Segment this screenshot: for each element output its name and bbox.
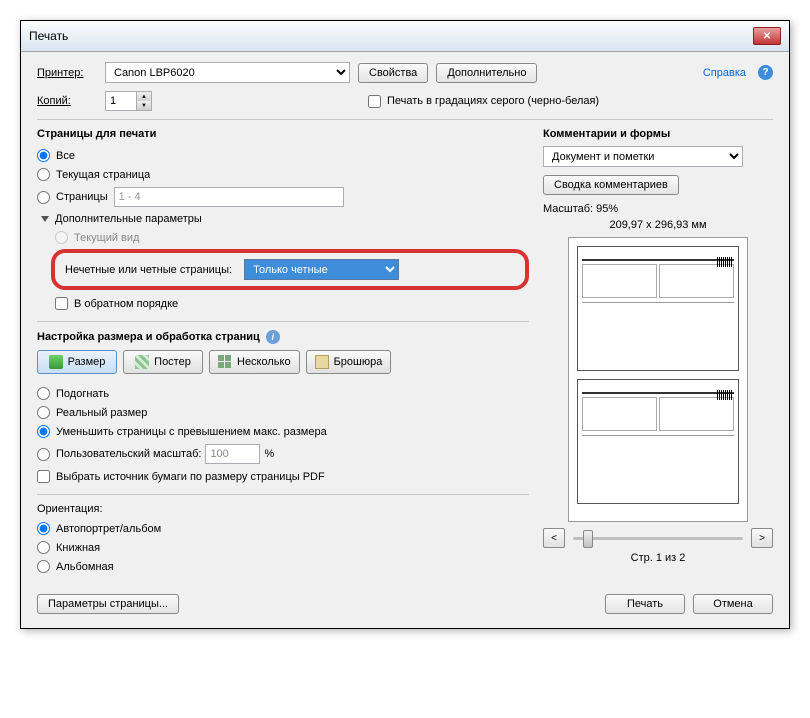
help-link[interactable]: Справка [703, 67, 746, 79]
odd-even-highlight: Нечетные или четные страницы: Только чет… [51, 249, 529, 290]
advanced-button[interactable]: Дополнительно [436, 63, 537, 83]
printer-select[interactable]: Canon LBP6020 [105, 62, 350, 83]
titlebar: Печать ✕ [21, 21, 789, 52]
preview-dimensions: 209,97 x 296,93 мм [543, 219, 773, 231]
poster-icon [135, 355, 149, 369]
copies-label: Копий: [37, 95, 97, 107]
printer-label: Принтер: [37, 67, 97, 79]
reverse-order-checkbox[interactable]: В обратном порядке [37, 294, 529, 313]
help-icon[interactable]: ? [758, 65, 773, 80]
radio-all-pages[interactable]: Все [37, 146, 529, 165]
copies-spinner[interactable]: ▲▼ [105, 91, 152, 111]
paper-source-checkbox[interactable]: Выбрать источник бумаги по размеру стран… [37, 467, 529, 486]
orientation-label: Ориентация: [37, 503, 529, 515]
preview-prev-button[interactable]: < [543, 528, 565, 548]
info-icon[interactable]: i [266, 330, 280, 344]
radio-orientation-landscape[interactable]: Альбомная [37, 557, 529, 576]
page-info: Стр. 1 из 2 [543, 552, 773, 564]
booklet-button[interactable]: Брошюра [306, 350, 392, 374]
poster-button[interactable]: Постер [123, 350, 203, 374]
radio-pages-range[interactable]: Страницы [37, 184, 529, 210]
radio-actual[interactable]: Реальный размер [37, 403, 529, 422]
window-title: Печать [29, 29, 68, 43]
copies-input[interactable] [106, 92, 136, 110]
radio-current-view[interactable]: Текущий вид [37, 228, 529, 247]
size-icon [49, 355, 63, 369]
properties-button[interactable]: Свойства [358, 63, 428, 83]
radio-orientation-auto[interactable]: Автопортрет/альбом [37, 519, 529, 538]
odd-even-label: Нечетные или четные страницы: [65, 264, 232, 276]
size-button[interactable]: Размер [37, 350, 117, 374]
preview-slider-track[interactable] [573, 537, 743, 540]
booklet-icon [315, 355, 329, 369]
sizing-group-title: Настройка размера и обработка страницi [37, 330, 529, 344]
spinner-arrows[interactable]: ▲▼ [136, 92, 151, 110]
preview-slider: < > [543, 528, 773, 548]
comments-select[interactable]: Документ и пометки [543, 146, 743, 167]
radio-fit[interactable]: Подогнать [37, 384, 529, 403]
comments-summary-button[interactable]: Сводка комментариев [543, 175, 679, 195]
radio-current-page[interactable]: Текущая страница [37, 165, 529, 184]
sizing-toolbar: Размер Постер Несколько Брошюра [37, 350, 529, 374]
preview-pane [568, 237, 748, 522]
slider-thumb[interactable] [583, 530, 593, 548]
print-dialog: Печать ✕ Принтер: Canon LBP6020 Свойства… [20, 20, 790, 629]
comments-group-title: Комментарии и формы [543, 128, 773, 140]
custom-scale-input[interactable] [205, 444, 260, 464]
multiple-button[interactable]: Несколько [209, 350, 300, 374]
cancel-button[interactable]: Отмена [693, 594, 773, 614]
preview-doc-1 [577, 246, 739, 371]
chevron-down-icon [41, 216, 49, 222]
radio-shrink[interactable]: Уменьшить страницы с превышением макс. р… [37, 422, 529, 441]
more-params-expander[interactable]: Дополнительные параметры [37, 210, 529, 228]
pages-group-title: Страницы для печати [37, 128, 529, 140]
radio-orientation-portrait[interactable]: Книжная [37, 538, 529, 557]
radio-custom-scale[interactable]: Пользовательский масштаб: % [37, 441, 529, 467]
multiple-icon [218, 355, 232, 369]
odd-even-select[interactable]: Только четные [244, 259, 399, 280]
preview-next-button[interactable]: > [751, 528, 773, 548]
pages-range-input[interactable] [114, 187, 344, 207]
preview-scale-label: Масштаб: 95% [543, 203, 773, 215]
page-setup-button[interactable]: Параметры страницы... [37, 594, 179, 614]
print-button[interactable]: Печать [605, 594, 685, 614]
close-button[interactable]: ✕ [753, 27, 781, 45]
grayscale-checkbox[interactable]: Печать в градациях серого (черно-белая) [368, 92, 599, 111]
preview-doc-2 [577, 379, 739, 504]
